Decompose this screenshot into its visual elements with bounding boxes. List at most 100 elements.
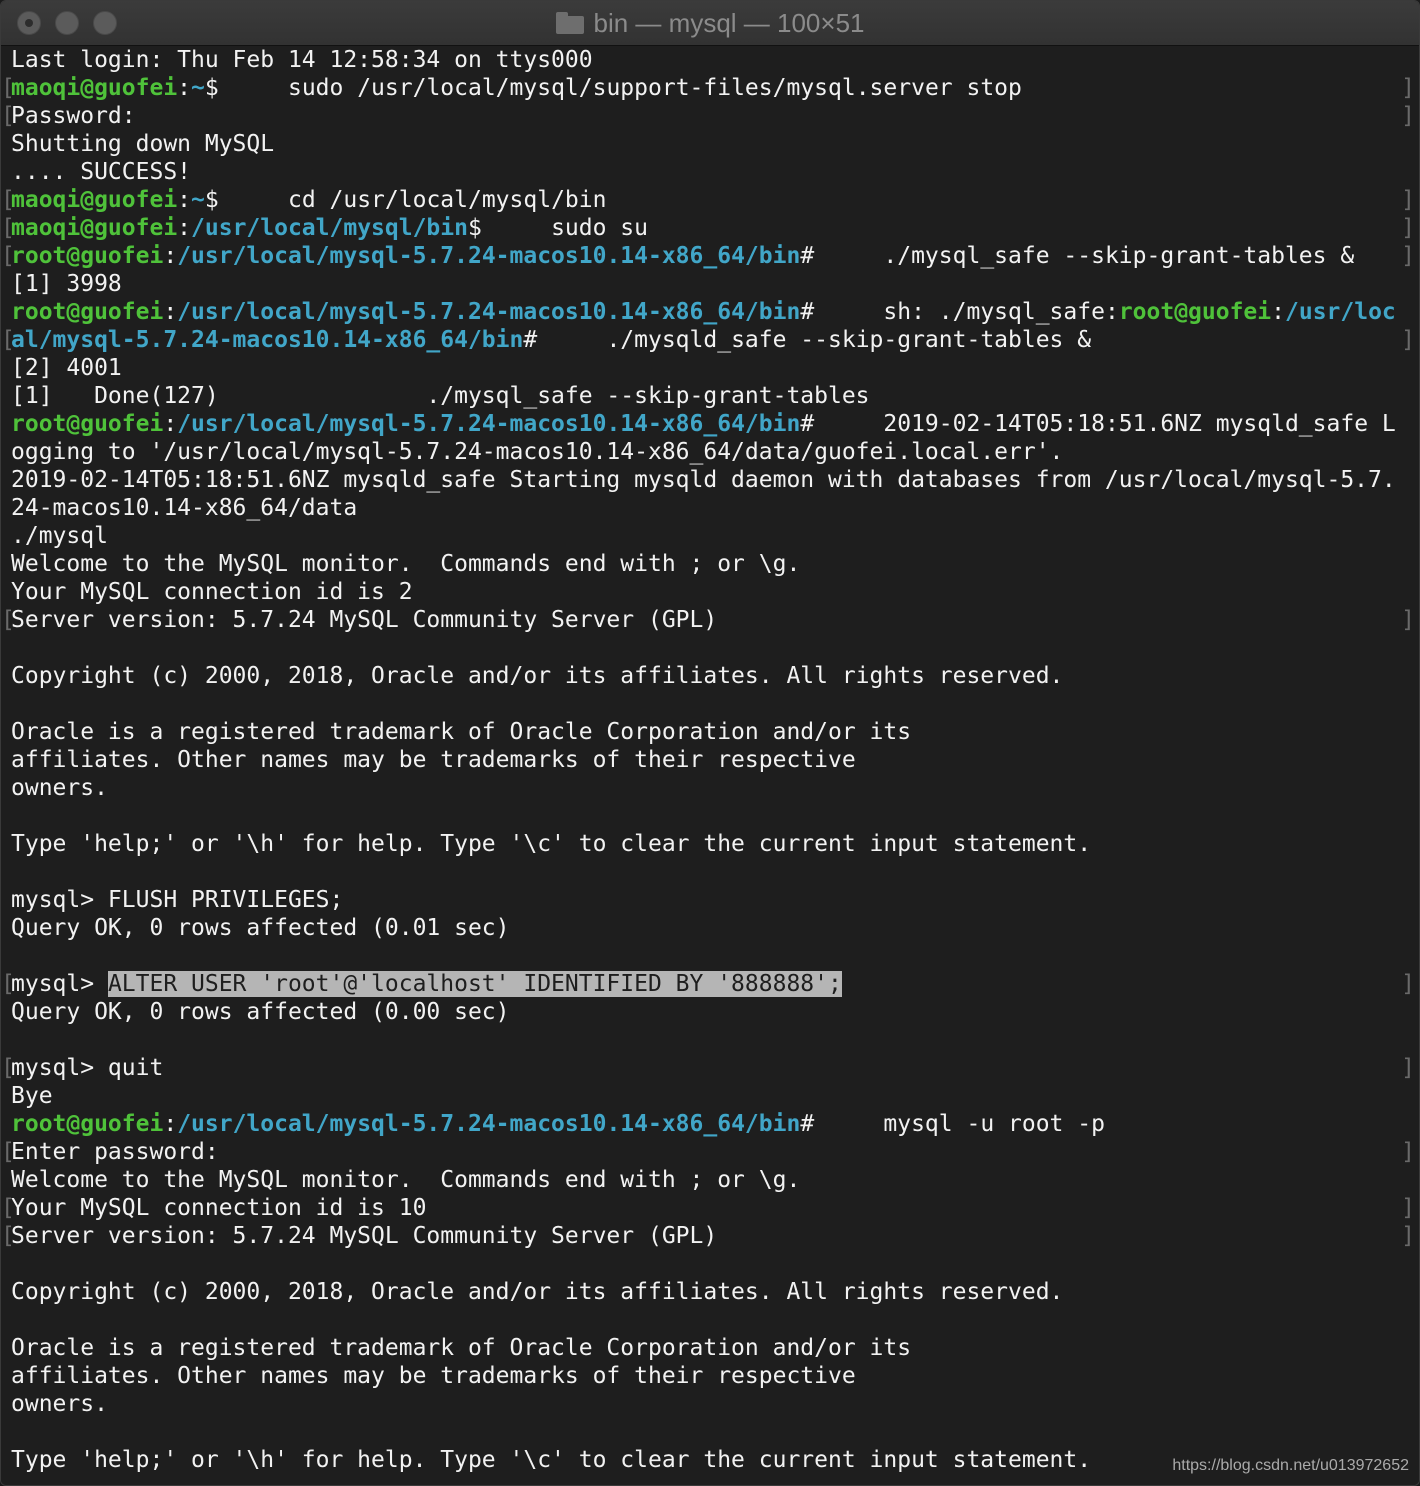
terminal-line: 24-macos10.14-x86_64/data [1, 494, 1419, 522]
prompt-user: maoqi@guofei [11, 187, 178, 213]
terminal-line: Your MySQL connection id is 10 [1, 1194, 1419, 1222]
line-text: mysql> [11, 971, 108, 997]
line-text: : [163, 299, 178, 325]
line-text: Welcome to the MySQL monitor. Commands e… [11, 551, 801, 577]
line-text: $ sudo su [467, 215, 648, 241]
prompt-path: /usr/local/mysql/bin [191, 215, 468, 241]
terminal-line: Server version: 5.7.24 MySQL Community S… [1, 1222, 1419, 1250]
prompt-path: /usr/local/mysql-5.7.24-macos10.14-x86_6… [177, 1111, 801, 1137]
prompt-user: maoqi@guofei [11, 75, 178, 101]
folder-icon [555, 12, 584, 34]
line-text: Welcome to the MySQL monitor. Commands e… [11, 1167, 801, 1193]
terminal-line: 2019-02-14T05:18:51.6NZ mysqld_safe Star… [1, 466, 1419, 494]
line-text: Query OK, 0 rows affected (0.00 sec) [11, 999, 510, 1025]
line-text: [1] Done(127) ./mysql_safe --skip-grant-… [11, 383, 870, 409]
prompt-user: root@guofei [11, 243, 164, 269]
terminal-line: mysql> ALTER USER 'root'@'localhost' IDE… [1, 970, 1419, 998]
line-text: 2019-02-14T05:18:51.6NZ mysqld_safe Star… [11, 467, 1396, 493]
line-text: affiliates. Other names may be trademark… [11, 1363, 856, 1389]
terminal-line: Query OK, 0 rows affected (0.00 sec) [1, 998, 1419, 1026]
terminal-line: Password: [1, 102, 1419, 130]
prompt-user: root@guofei [11, 299, 164, 325]
terminal-line: Copyright (c) 2000, 2018, Oracle and/or … [1, 662, 1419, 690]
line-text: : [177, 215, 192, 241]
terminal-line: Type 'help;' or '\h' for help. Type '\c'… [1, 830, 1419, 858]
prompt-path: ~ [191, 187, 205, 213]
line-text: Last login: Thu Feb 14 12:58:34 on ttys0… [11, 47, 593, 73]
line-text: Query OK, 0 rows affected (0.01 sec) [11, 915, 510, 941]
line-text: 24-macos10.14-x86_64/data [11, 495, 358, 521]
line-text: # mysql -u root -p [800, 1111, 1105, 1137]
line-text: Copyright (c) 2000, 2018, Oracle and/or … [11, 1279, 1064, 1305]
line-text: Oracle is a registered trademark of Orac… [11, 1335, 912, 1361]
line-text: Enter password: [11, 1139, 219, 1165]
line-text: mysql> quit [11, 1055, 164, 1081]
line-text: Shutting down MySQL [11, 131, 275, 157]
prompt-path: ~ [191, 75, 205, 101]
terminal-line: [1] Done(127) ./mysql_safe --skip-grant-… [1, 382, 1419, 410]
line-text: : [177, 187, 192, 213]
terminal-line: Oracle is a registered trademark of Orac… [1, 1334, 1419, 1362]
title-bar[interactable]: bin — mysql — 100×51 [1, 1, 1419, 46]
line-text: Copyright (c) 2000, 2018, Oracle and/or … [11, 663, 1064, 689]
terminal-output[interactable]: Last login: Thu Feb 14 12:58:34 on ttys0… [1, 46, 1419, 1485]
terminal-window: bin — mysql — 100×51 Last login: Thu Feb… [0, 0, 1420, 1486]
terminal-line: Bye [1, 1082, 1419, 1110]
line-text: .... SUCCESS! [11, 159, 192, 185]
terminal-line: maoqi@guofei:~$ sudo /usr/local/mysql/su… [1, 74, 1419, 102]
terminal-line: Last login: Thu Feb 14 12:58:34 on ttys0… [1, 46, 1419, 74]
line-text: owners. [11, 1391, 108, 1417]
line-text: $ sudo /usr/local/mysql/support-files/my… [204, 75, 1022, 101]
terminal-line: Shutting down MySQL [1, 130, 1419, 158]
line-text: ogging to '/usr/local/mysql-5.7.24-macos… [11, 439, 1064, 465]
line-text: [2] 4001 [11, 355, 122, 381]
terminal-line: ogging to '/usr/local/mysql-5.7.24-macos… [1, 438, 1419, 466]
terminal-line: ./mysql [1, 522, 1419, 550]
prompt-user: root@guofei [11, 411, 164, 437]
line-text: affiliates. Other names may be trademark… [11, 747, 856, 773]
line-text: mysql> FLUSH PRIVILEGES; [11, 887, 344, 913]
line-text: : [177, 75, 192, 101]
prompt-user: root@guofei [1118, 299, 1272, 325]
line-text: : [163, 411, 178, 437]
line-text: [1] 3998 [11, 271, 122, 297]
line-text: Type 'help;' or '\h' for help. Type '\c'… [11, 1447, 1092, 1473]
line-text: $ cd /usr/local/mysql/bin [204, 187, 607, 213]
line-text: # ./mysqld_safe --skip-grant-tables & [523, 327, 1092, 353]
terminal-line: Enter password: [1, 1138, 1419, 1166]
line-text: # sh: ./mysql_safe: [800, 299, 1119, 325]
prompt-path: /usr/local/mysql-5.7.24-macos10.14-x86_6… [177, 243, 801, 269]
selected-text: ALTER USER 'root'@'localhost' IDENTIFIED… [107, 971, 842, 997]
terminal-line: maoqi@guofei:/usr/local/mysql/bin$ sudo … [1, 214, 1419, 242]
line-text: Your MySQL connection id is 10 [11, 1195, 427, 1221]
line-text: # 2019-02-14T05:18:51.6NZ mysqld_safe L [800, 411, 1396, 437]
line-text: Type 'help;' or '\h' for help. Type '\c'… [11, 831, 1092, 857]
terminal-line: affiliates. Other names may be trademark… [1, 1362, 1419, 1390]
terminal-line: root@guofei:/usr/local/mysql-5.7.24-maco… [1, 298, 1419, 326]
terminal-line: al/mysql-5.7.24-macos10.14-x86_64/bin# .… [1, 326, 1419, 354]
terminal-line: Query OK, 0 rows affected (0.01 sec) [1, 914, 1419, 942]
terminal-line: Oracle is a registered trademark of Orac… [1, 718, 1419, 746]
line-text: owners. [11, 775, 108, 801]
terminal-line: root@guofei:/usr/local/mysql-5.7.24-maco… [1, 1110, 1419, 1138]
window-title-text: bin — mysql — 100×51 [593, 7, 865, 38]
line-text: Your MySQL connection id is 2 [11, 579, 413, 605]
terminal-line: mysql> quit [1, 1054, 1419, 1082]
terminal-line: [1] 3998 [1, 270, 1419, 298]
line-text: Server version: 5.7.24 MySQL Community S… [11, 1223, 718, 1249]
prompt-user: root@guofei [11, 1111, 164, 1137]
line-text: Server version: 5.7.24 MySQL Community S… [11, 607, 718, 633]
line-text: Bye [11, 1083, 53, 1109]
prompt-path: /usr/local/mysql-5.7.24-macos10.14-x86_6… [177, 299, 801, 325]
terminal-line: Server version: 5.7.24 MySQL Community S… [1, 606, 1419, 634]
terminal-line: root@guofei:/usr/local/mysql-5.7.24-maco… [1, 410, 1419, 438]
terminal-line: Your MySQL connection id is 2 [1, 578, 1419, 606]
